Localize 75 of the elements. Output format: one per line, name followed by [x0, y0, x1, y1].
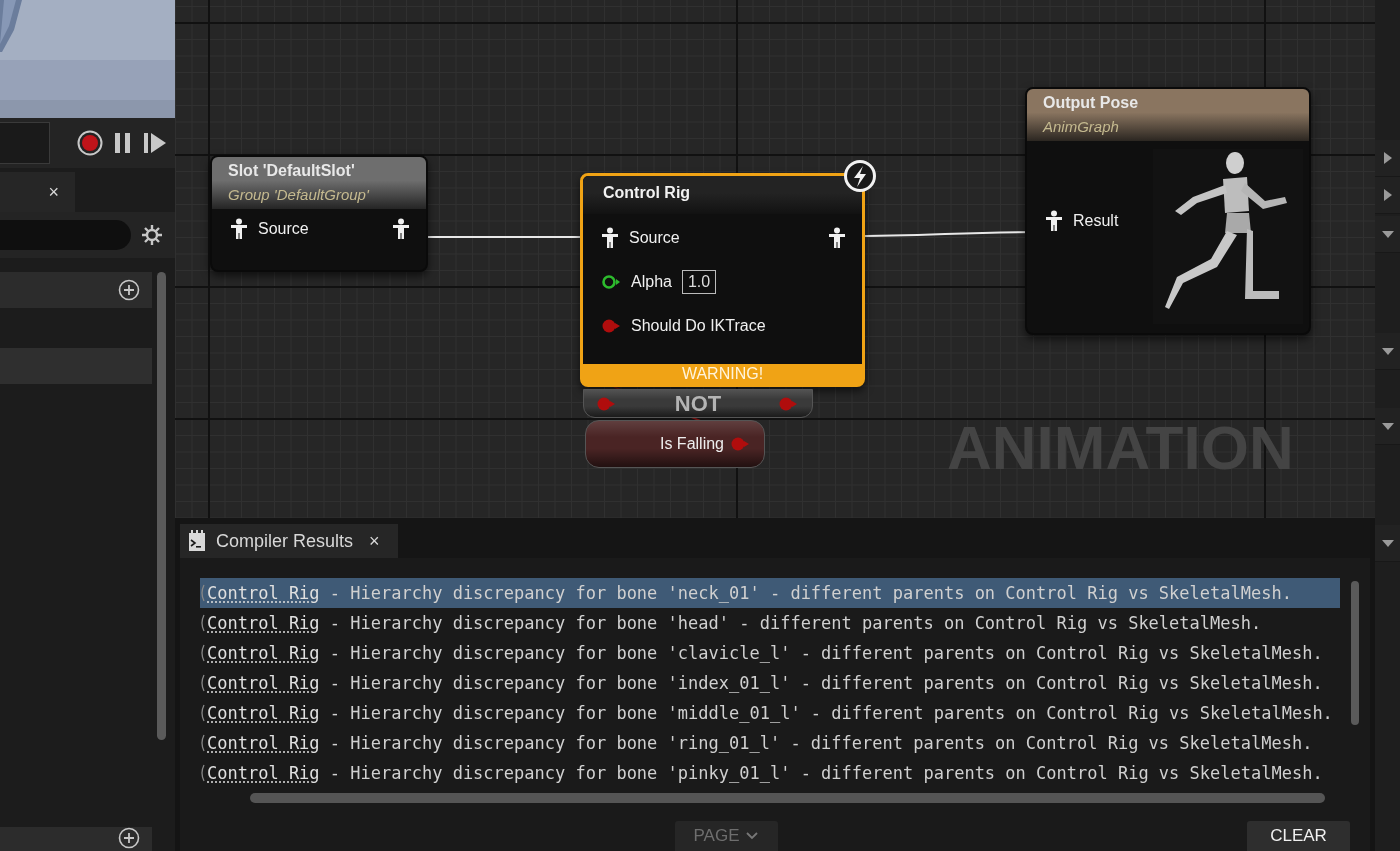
message-link[interactable]: Control Rig [207, 613, 320, 633]
pin-label: Source [258, 220, 309, 238]
warning-banner: WARNING! [583, 364, 862, 384]
pin-label: Source [629, 229, 680, 247]
node-title: Output Pose [1043, 94, 1140, 112]
panel-tab[interactable]: Compiler Results × [180, 524, 398, 558]
figure-icon[interactable] [392, 218, 410, 240]
bracket-icon [200, 674, 205, 692]
message-text: - Hierarchy discrepancy for bone 'head' - different parents on Control Rig vs SkeletalMesh. [328, 613, 1262, 633]
message-row[interactable]: Control Rig - Hierarchy discrepancy for bone 'clavicle_l' - different parents on Control Rig vs SkeletalMesh. [200, 638, 1340, 668]
message-row[interactable]: Control Rig - Hierarchy discrepancy for bone 'middle_01_l' - different parents on Control Rig vs SkeletalMesh. [200, 698, 1340, 728]
node-subtitle: AnimGraph [1043, 118, 1120, 135]
message-link[interactable]: Control Rig [207, 763, 320, 783]
tab-title: Compiler Results [216, 530, 354, 552]
message-text: - Hierarchy discrepancy for bone 'ring_01_l' - different parents on Control Rig vs SkeletalMesh. [328, 733, 1313, 753]
close-button[interactable]: × [48, 181, 59, 203]
settings-icon[interactable] [141, 224, 163, 246]
scrollbar[interactable] [1351, 581, 1359, 725]
graph-node[interactable]: Control Rig Source Alpha 1.0 Should Do IKTrace WARNING! [580, 173, 865, 387]
step-icon[interactable] [143, 131, 167, 155]
ring-pin-icon[interactable] [601, 274, 621, 290]
chevron-down-icon [745, 831, 760, 841]
message-text: - Hierarchy discrepancy for bone 'neck_01' - different parents on Control Rig vs SkeletalMesh. [328, 583, 1292, 603]
dot-pin-icon[interactable] [730, 436, 750, 452]
scrollbar[interactable] [157, 272, 166, 740]
message-link[interactable]: Control Rig [207, 643, 320, 663]
panel-tab[interactable]: × [0, 172, 75, 212]
node-title: Is Falling [658, 435, 725, 453]
message-text: - Hierarchy discrepancy for bone 'clavicle_l' - different parents on Control Rig vs SkeletalMesh. [328, 643, 1323, 663]
scrollbar[interactable] [250, 793, 1325, 803]
graph-node[interactable]: Output Pose AnimGraph Result [1025, 87, 1311, 335]
node-title: Control Rig [603, 184, 692, 202]
record-icon[interactable] [77, 130, 103, 156]
node-title: Slot 'DefaultSlot' [228, 162, 356, 180]
graph-node[interactable]: NOT [583, 389, 813, 418]
message-row[interactable]: Control Rig - Hierarchy discrepancy for bone 'neck_01' - different parents on Control Rig vs SkeletalMesh. [200, 578, 1340, 608]
pin-label: Alpha [631, 273, 672, 291]
figure-icon[interactable] [1045, 210, 1063, 232]
value-field[interactable]: 1.0 [681, 270, 717, 294]
bracket-icon [200, 614, 205, 632]
console-icon [188, 530, 206, 552]
message-text: - Hierarchy discrepancy for bone 'pinky_01_l' - different parents on Control Rig vs SkeletalMesh. [328, 763, 1323, 783]
message-text: - Hierarchy discrepancy for bone 'middle_01_l' - different parents on Control Rig vs SkeletalMesh. [328, 703, 1333, 723]
dot-pin-icon[interactable] [778, 395, 798, 412]
clear-button[interactable]: CLEAR [1247, 821, 1350, 851]
pin-label: Result [1073, 212, 1119, 230]
bracket-icon [200, 734, 205, 752]
add-icon[interactable] [118, 827, 140, 849]
message-link[interactable]: Control Rig [207, 583, 320, 603]
message-link[interactable]: Control Rig [207, 703, 320, 723]
graph-node[interactable]: Slot 'DefaultSlot' Group 'DefaultGroup' Source [210, 155, 428, 272]
bracket-icon [200, 584, 205, 602]
bracket-icon [200, 764, 205, 782]
pause-icon[interactable] [113, 131, 133, 155]
message-row[interactable]: Control Rig - Hierarchy discrepancy for bone 'pinky_01_l' - different parents on Control Rig vs SkeletalMesh. [200, 758, 1340, 788]
message-link[interactable]: Control Rig [207, 673, 320, 693]
pin-label: Should Do IKTrace [631, 317, 766, 335]
figure-icon[interactable] [230, 218, 248, 240]
message-row[interactable]: Control Rig - Hierarchy discrepancy for bone 'ring_01_l' - different parents on Control Rig vs SkeletalMesh. [200, 728, 1340, 758]
message-row[interactable]: Control Rig - Hierarchy discrepancy for bone 'index_01_l' - different parents on Control Rig vs SkeletalMesh. [200, 668, 1340, 698]
add-icon[interactable] [118, 279, 140, 301]
dot-pin-icon[interactable] [601, 318, 621, 334]
bracket-icon [200, 644, 205, 662]
node-title: NOT [673, 390, 723, 417]
message-link[interactable]: Control Rig [207, 733, 320, 753]
graph-node[interactable]: Is Falling [585, 420, 765, 468]
message-text: - Hierarchy discrepancy for bone 'index_01_l' - different parents on Control Rig vs SkeletalMesh. [328, 673, 1323, 693]
message-row[interactable]: Control Rig - Hierarchy discrepancy for bone 'head' - different parents on Control Rig vs SkeletalMesh. [200, 608, 1340, 638]
figure-icon[interactable] [601, 227, 619, 249]
figure-icon[interactable] [828, 227, 846, 249]
dot-pin-icon[interactable] [596, 395, 616, 412]
close-button[interactable]: × [369, 530, 380, 552]
input-field[interactable] [0, 122, 50, 164]
bracket-icon [200, 704, 205, 722]
node-subtitle: Group 'DefaultGroup' [228, 186, 371, 203]
